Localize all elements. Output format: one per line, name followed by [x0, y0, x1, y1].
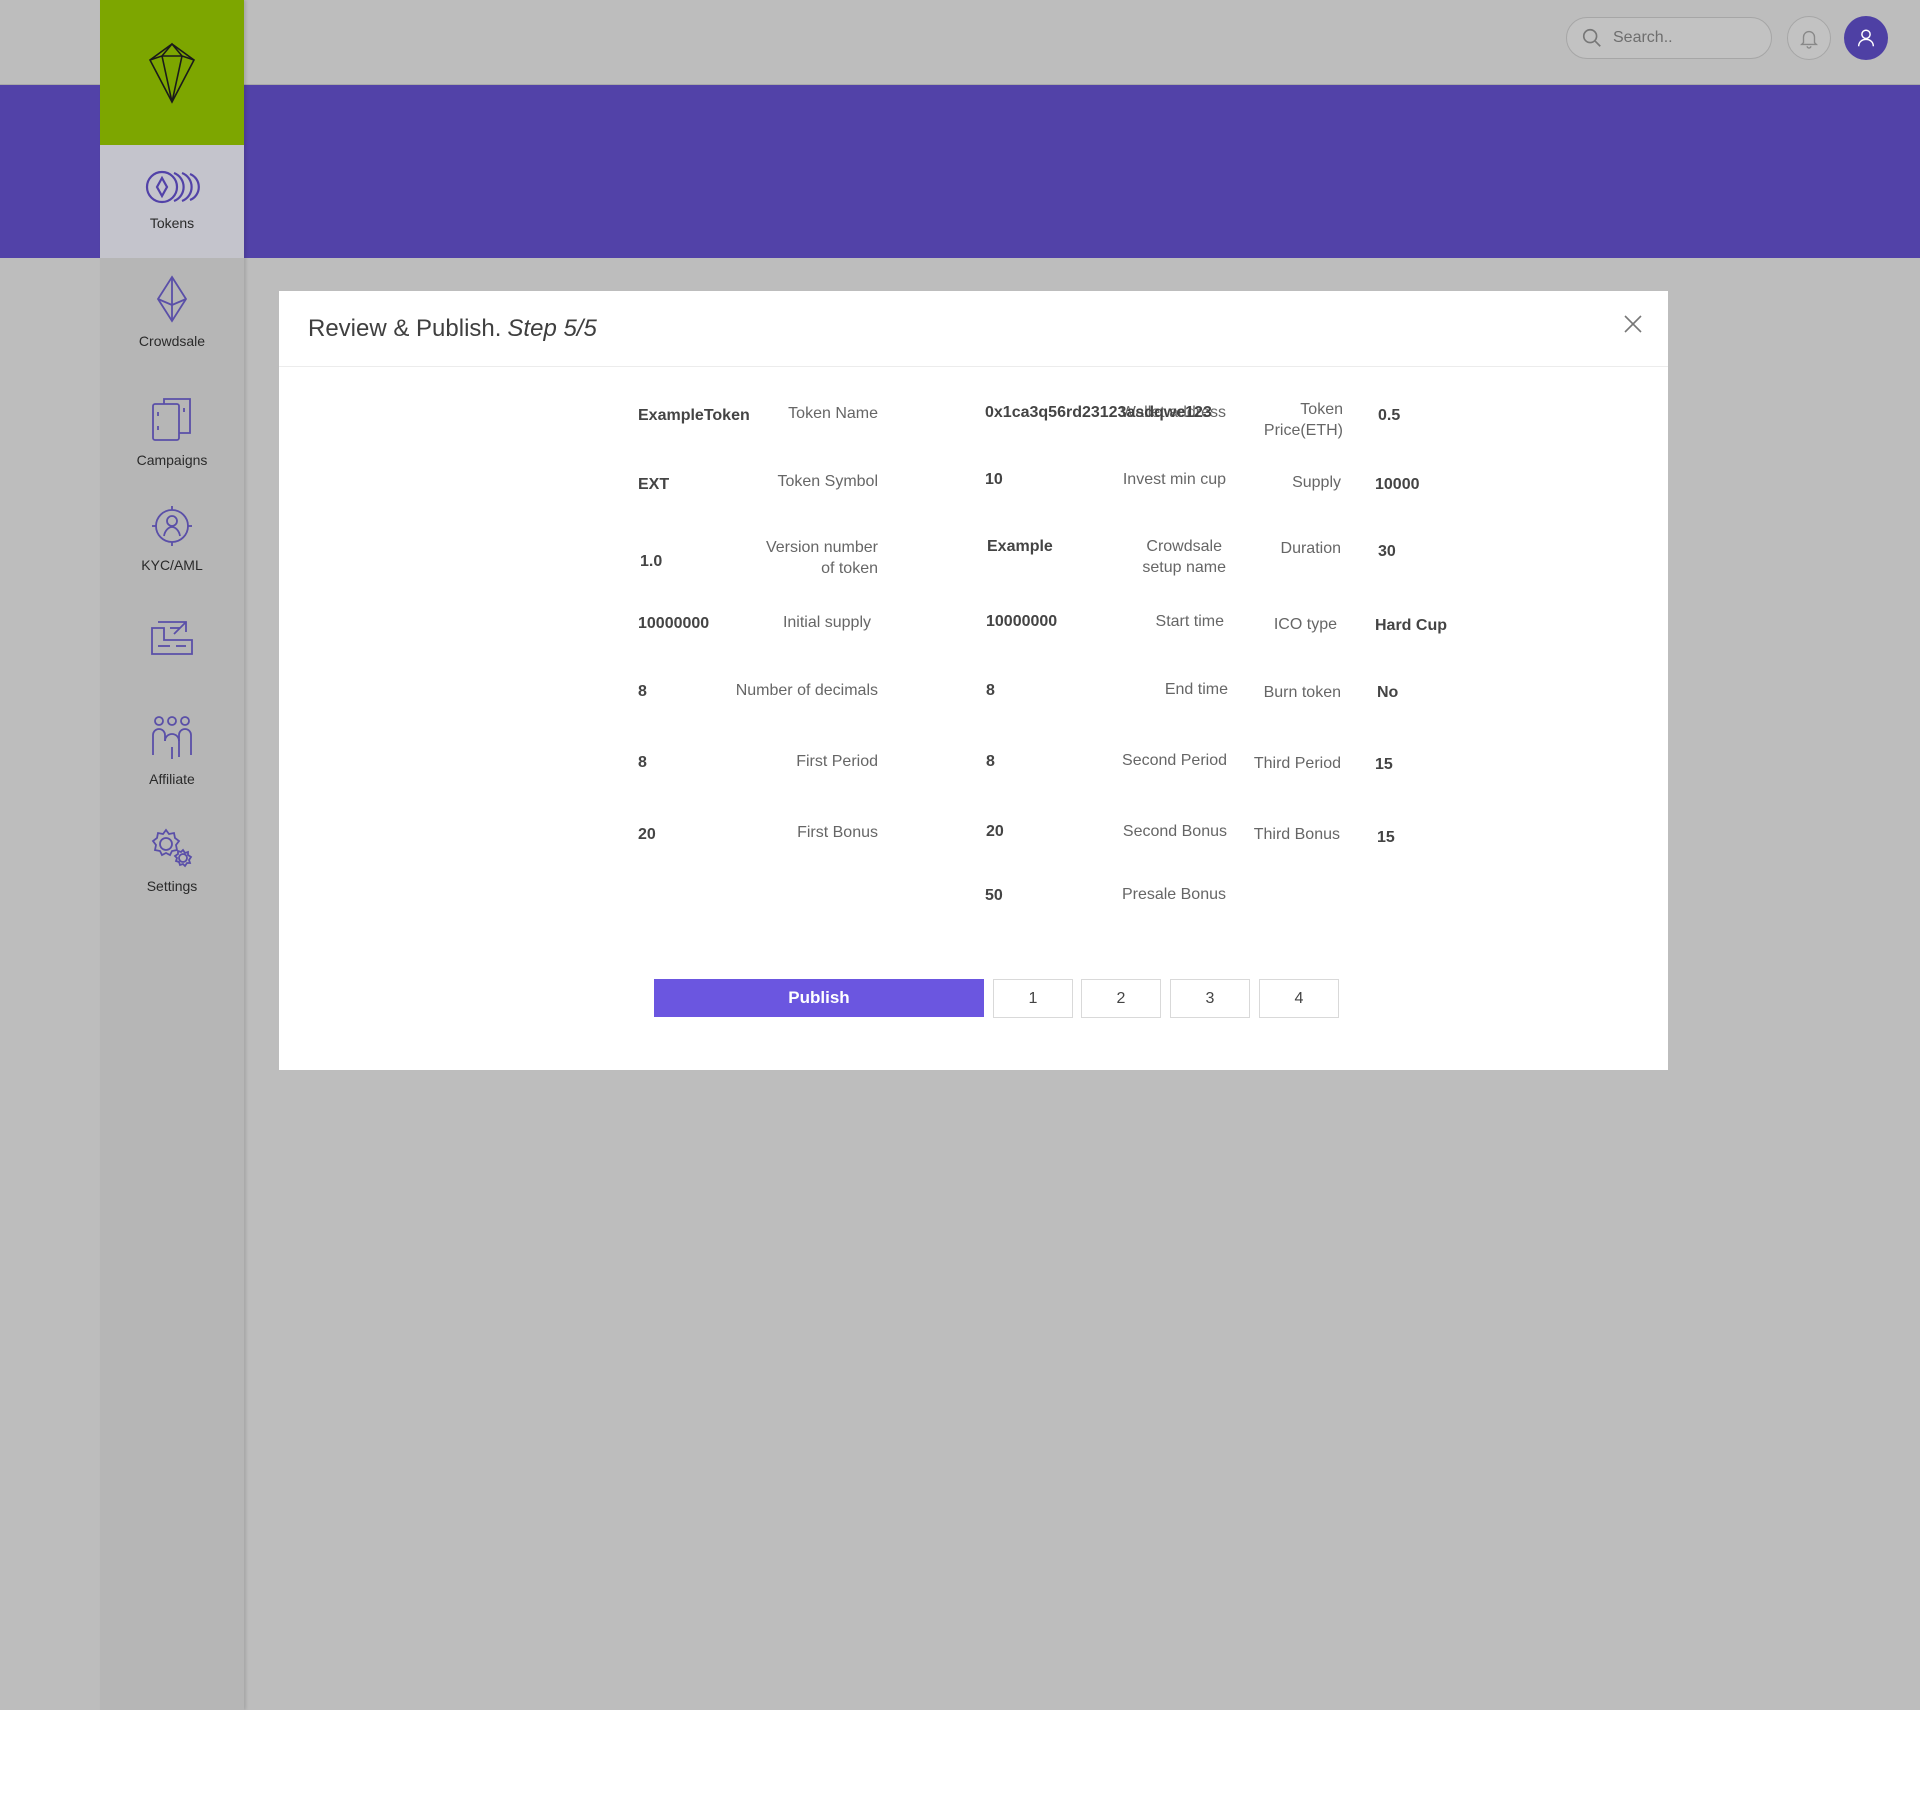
- app-shell: Tokens Crowdsale Campaigns: [0, 0, 1920, 1710]
- sidebar-item-label: Tokens: [149, 215, 195, 231]
- second-bonus-label: Second Bonus: [1122, 823, 1227, 840]
- sidebar-item-affiliate[interactable]: Affiliate: [100, 715, 244, 787]
- third-period-label: Third Period: [1253, 755, 1341, 772]
- first-bonus-label: First Bonus: [797, 824, 878, 841]
- crowdsale-name-label-line1: Crowdsale: [1146, 538, 1222, 555]
- first-period-value: 8: [638, 754, 647, 771]
- sidebar-item-label: Affiliate: [149, 771, 195, 787]
- first-period-label: First Period: [796, 753, 878, 770]
- modal-title: Review & Publish. Step 5/5: [308, 315, 597, 343]
- bell-icon: [1800, 30, 1818, 49]
- top-bar: [0, 0, 1920, 85]
- modal-step-indicator: Step 5/5: [507, 315, 597, 342]
- initial-supply-label: Initial supply: [782, 614, 871, 631]
- crowdsale-name-value: Example: [987, 538, 1053, 555]
- sidebar-item-label: KYC/AML: [141, 557, 203, 573]
- sidebar-item-label: Campaigns: [136, 452, 208, 468]
- start-time-value: 10000000: [986, 613, 1058, 630]
- third-period-value: 15: [1375, 756, 1393, 773]
- logo[interactable]: [100, 0, 244, 145]
- ethereum-icon: [156, 275, 188, 323]
- supply-label: Supply: [1292, 474, 1341, 491]
- initial-supply-value: 10000000: [638, 615, 710, 632]
- start-time-label: Start time: [1155, 613, 1224, 630]
- modal-title-text: Review & Publish.: [308, 315, 502, 342]
- supply-value: 10000: [1375, 476, 1420, 493]
- invest-min-label: Invest min cup: [1122, 471, 1226, 488]
- step-button-1[interactable]: 1: [993, 979, 1073, 1018]
- presale-bonus-value: 50: [985, 887, 1003, 904]
- wallet-value: 0x1ca3q56rd23123asdqwe123: [985, 404, 1212, 421]
- version-label: Version number of token: [766, 537, 878, 579]
- sidebar-item-tokens[interactable]: Tokens: [100, 145, 244, 258]
- second-bonus-value: 20: [986, 823, 1004, 840]
- ico-type-label: ICO type: [1273, 616, 1337, 633]
- presale-bonus-label: Presale Bonus: [1121, 886, 1226, 903]
- token-price-label-line1: Token: [1300, 401, 1343, 418]
- crowdsale-name-label-line2: setup name: [1142, 559, 1226, 576]
- version-label-line2: of token: [821, 560, 878, 577]
- settings-icon: [151, 828, 193, 868]
- token-price-label: Token Price(ETH): [1264, 399, 1343, 441]
- duration-label: Duration: [1280, 540, 1341, 557]
- kyc-icon: [152, 506, 192, 546]
- burn-token-label: Burn token: [1263, 684, 1341, 701]
- sidebar-item-kyc[interactable]: KYC/AML: [100, 505, 244, 573]
- notifications-button[interactable]: [1787, 16, 1831, 60]
- token-price-label-line2: Price(ETH): [1263, 422, 1343, 439]
- user-icon: [1857, 29, 1875, 47]
- sidebar-item-crowdsale[interactable]: Crowdsale: [100, 275, 244, 349]
- second-period-value: 8: [986, 753, 995, 770]
- crowdsale-name-label: Crowdsale setup name: [1142, 536, 1226, 578]
- end-time-label: End time: [1164, 681, 1228, 698]
- burn-token-value: No: [1377, 684, 1399, 701]
- publish-button[interactable]: Publish: [654, 979, 984, 1017]
- token-symbol-value: EXT: [638, 476, 670, 493]
- token-price-value: 0.5: [1378, 407, 1401, 424]
- version-value: 1.0: [640, 553, 663, 570]
- decimals-value: 8: [638, 683, 647, 700]
- header-banner: [0, 85, 1920, 258]
- search-input[interactable]: [1613, 29, 1753, 47]
- invest-min-value: 10: [985, 471, 1003, 488]
- contract-icon: [151, 621, 193, 655]
- sidebar-item-label: Settings: [146, 878, 198, 894]
- version-label-line1: Version number: [765, 539, 878, 556]
- review-publish-modal: Review & Publish. Step 5/5 Token Name Exa…: [279, 291, 1668, 1070]
- third-bonus-label: Third Bonus: [1253, 826, 1340, 843]
- modal-header: Review & Publish. Step 5/5: [279, 291, 1668, 367]
- second-period-label: Second Period: [1122, 752, 1227, 769]
- step-button-3[interactable]: 3: [1170, 979, 1250, 1018]
- user-avatar-button[interactable]: [1844, 16, 1888, 60]
- step-button-4[interactable]: 4: [1259, 979, 1339, 1018]
- sidebar-item-campaigns[interactable]: Campaigns: [100, 396, 244, 468]
- tokens-icon: [145, 170, 200, 204]
- sidebar-item-label: Crowdsale: [138, 333, 206, 349]
- token-name-label: Token Name: [788, 405, 878, 422]
- diamond-logo-icon: [148, 42, 196, 104]
- search-box[interactable]: [1566, 17, 1772, 59]
- affiliate-icon: [152, 716, 192, 759]
- end-time-value: 8: [986, 682, 995, 699]
- sidebar-item-settings[interactable]: Settings: [100, 828, 244, 894]
- third-bonus-value: 15: [1377, 829, 1395, 846]
- token-name-value: ExampleToken: [638, 407, 750, 424]
- sidebar: Tokens Crowdsale Campaigns KYC/AML Affil…: [100, 0, 244, 1710]
- close-icon[interactable]: [1622, 313, 1644, 335]
- campaigns-icon: [152, 398, 191, 441]
- token-symbol-label: Token Symbol: [777, 473, 879, 490]
- step-button-2[interactable]: 2: [1081, 979, 1161, 1018]
- duration-value: 30: [1378, 543, 1396, 560]
- first-bonus-value: 20: [638, 826, 656, 843]
- ico-type-value: Hard Cup: [1375, 617, 1447, 634]
- search-icon: [1582, 28, 1601, 47]
- sidebar-item-contracts[interactable]: [100, 620, 244, 656]
- decimals-label: Number of decimals: [735, 682, 878, 699]
